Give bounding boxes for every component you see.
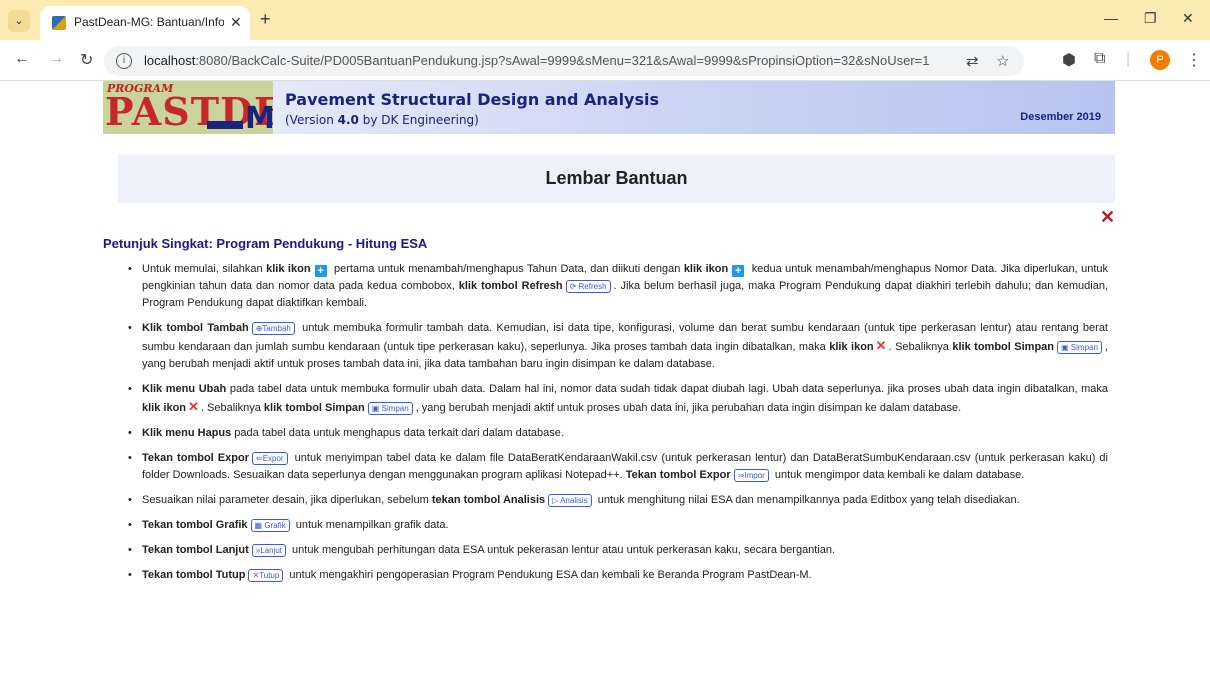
refresh-button-sample: ⟳ Refresh: [565, 280, 611, 293]
add-icon: +: [314, 265, 327, 277]
translate-icon[interactable]: ⇄: [966, 52, 979, 70]
new-tab-icon[interactable]: +: [260, 9, 271, 30]
list-item: Klik menu Ubah pada tabel data untuk mem…: [128, 381, 1108, 417]
restore-icon[interactable]: ❐: [1144, 10, 1157, 27]
close-help-icon[interactable]: ✕: [1100, 207, 1115, 228]
list-item: Tekan tombol Expor⇐Expor untuk menyimpan…: [128, 450, 1108, 484]
list-item: Untuk memulai, silahkan klik ikon+ perta…: [128, 261, 1108, 312]
reload-icon[interactable]: ↻: [80, 50, 93, 70]
simpan-button-sample: ▣ Simpan: [1057, 341, 1102, 354]
browser-toolbar: ← → ↻ i localhost:8080/BackCalc-Suite/PD…: [0, 40, 1210, 81]
profile-avatar[interactable]: P: [1150, 50, 1170, 70]
forward-icon[interactable]: →: [48, 50, 64, 68]
section-title: Petunjuk Singkat: Program Pendukung - Hi…: [103, 236, 428, 251]
address-bar[interactable]: i localhost:8080/BackCalc-Suite/PD005Ban…: [104, 46, 1024, 76]
extension-shield-icon[interactable]: ⬢: [1062, 50, 1076, 70]
browser-tab[interactable]: PastDean-MG: Bantuan/Informa ✕: [40, 6, 250, 40]
page-title: Lembar Bantuan: [545, 168, 688, 188]
pastdean-logo: PROGRAM PASTDEAN M: [103, 81, 273, 134]
analisis-button-sample: ▷ Analisis: [548, 494, 592, 507]
menu-kebab-icon[interactable]: ⋮: [1186, 50, 1202, 70]
site-info-icon[interactable]: i: [116, 53, 132, 69]
expor-button-sample: ⇐Expor: [251, 452, 288, 465]
minimize-icon[interactable]: —: [1104, 10, 1118, 26]
help-list: Untuk memulai, silahkan klik ikon+ perta…: [128, 261, 1108, 592]
list-item: Klik tombol Tambah⊕Tambah untuk membuka …: [128, 320, 1108, 373]
app-title: Pavement Structural Design and Analysis: [285, 90, 660, 109]
back-icon[interactable]: ←: [14, 50, 30, 68]
cancel-x-icon: ✕: [188, 399, 199, 414]
list-item: Klik menu Hapus pada tabel data untuk me…: [128, 425, 1108, 442]
url-text[interactable]: localhost:8080/BackCalc-Suite/PD005Bantu…: [144, 53, 929, 68]
tutup-button-sample: ✕Tutup: [248, 569, 284, 582]
simpan-button-sample: ▣ Simpan: [367, 402, 413, 415]
page-header: Lembar Bantuan: [118, 154, 1115, 203]
app-date: Desember 2019: [1020, 111, 1101, 123]
app-banner: PROGRAM PASTDEAN M Pavement Structural D…: [103, 81, 1115, 134]
cancel-x-icon: ✕: [875, 338, 887, 353]
close-window-icon[interactable]: ✕: [1182, 10, 1194, 27]
tab-title: PastDean-MG: Bantuan/Informa: [74, 15, 224, 29]
bookmark-star-icon[interactable]: ☆: [996, 52, 1009, 70]
add-icon: +: [732, 265, 745, 277]
app-version: (Version 4.0 by DK Engineering): [285, 113, 479, 127]
tambah-button-sample: ⊕Tambah: [251, 322, 295, 335]
lanjut-button-sample: »Lanjut: [251, 544, 286, 557]
list-item: Tekan tombol Grafik▦ Grafik untuk menamp…: [128, 517, 1108, 534]
favicon-icon: [52, 16, 66, 30]
tab-close-icon[interactable]: ✕: [230, 14, 242, 31]
impor-button-sample: ⇒Impor: [733, 469, 769, 482]
list-item: Tekan tombol Lanjut»Lanjut untuk menguba…: [128, 542, 1108, 559]
tab-search-button[interactable]: ⌄: [8, 10, 30, 32]
list-item: Sesuaikan nilai parameter desain, jika d…: [128, 492, 1108, 509]
page-content: PROGRAM PASTDEAN M Pavement Structural D…: [0, 81, 1210, 682]
browser-tab-bar: ⌄ PastDean-MG: Bantuan/Informa ✕ + — ❐ ✕: [0, 0, 1210, 40]
grafik-button-sample: ▦ Grafik: [250, 519, 290, 532]
list-item: Tekan tombol Tutup✕Tutup untuk mengakhir…: [128, 567, 1108, 584]
toolbar-divider: |: [1126, 50, 1131, 67]
extensions-puzzle-icon[interactable]: ⧉: [1094, 50, 1105, 68]
